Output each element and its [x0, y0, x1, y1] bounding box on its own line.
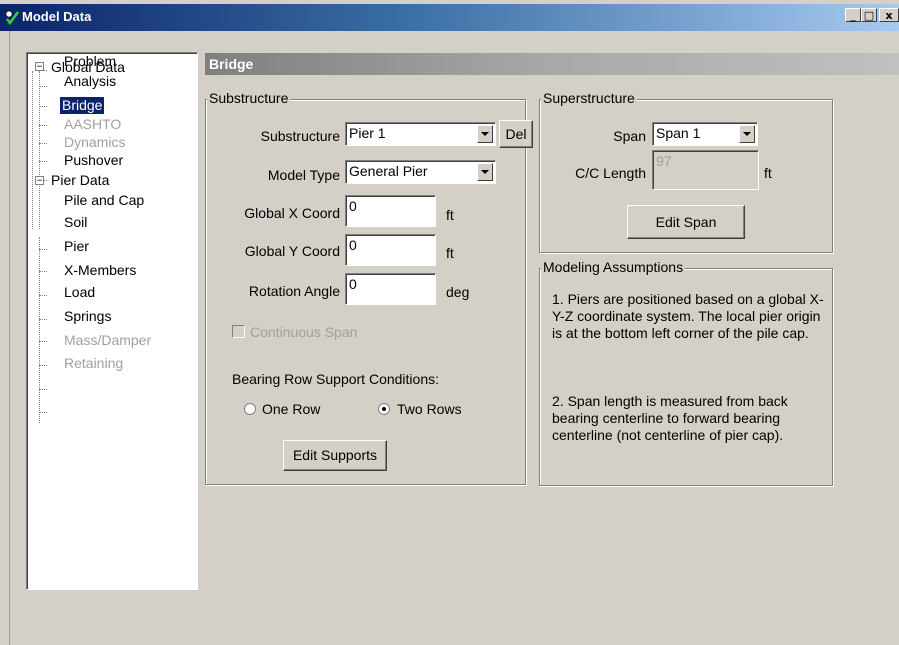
bearing-conditions-label: Bearing Row Support Conditions: [232, 371, 440, 387]
rotation-angle-label: Rotation Angle [248, 283, 340, 299]
continuous-span-checkbox [232, 325, 245, 338]
substructure-select-value: Pier 1 [349, 125, 386, 141]
model-type-label: Model Type [267, 167, 340, 183]
tree-item-bridge[interactable]: Bridge [60, 97, 105, 114]
one-row-label[interactable]: One Row [262, 401, 320, 417]
substructure-label: Substructure [260, 128, 340, 144]
window-title: Model Data [22, 9, 92, 24]
window-left-border [0, 31, 10, 645]
continuous-span-label: Continuous Span [250, 324, 358, 340]
model-type-select-value: General Pier [349, 163, 428, 179]
rotation-angle-field[interactable]: 0 [345, 273, 436, 305]
global-y-unit: ft [446, 245, 454, 261]
span-select-value: Span 1 [656, 125, 701, 141]
global-y-coord-label: Global Y Coord [244, 243, 340, 259]
tree-item-retaining: Retaining [64, 355, 124, 371]
chevron-down-icon[interactable] [477, 125, 493, 143]
chevron-down-icon[interactable] [739, 125, 755, 143]
minimize-button[interactable]: _ [845, 8, 861, 22]
title-bar[interactable] [0, 4, 899, 31]
assumption-note-1: 1. Piers are positioned based on a globa… [552, 291, 824, 341]
edit-supports-button[interactable]: Edit Supports [283, 440, 387, 471]
close-button[interactable]: x [879, 8, 899, 22]
rotation-unit: deg [446, 284, 470, 300]
app-icon[interactable] [4, 9, 20, 26]
tree-connector [39, 365, 47, 366]
edit-span-button[interactable]: Edit Span [627, 205, 745, 239]
global-y-coord-field[interactable]: 0 [345, 234, 436, 266]
tree-connector [39, 295, 47, 296]
modeling-assumptions-legend: Modeling Assumptions [541, 259, 686, 275]
cc-length-label: C/C Length [575, 165, 646, 181]
substructure-legend: Substructure [207, 90, 291, 106]
chevron-down-icon[interactable] [477, 163, 493, 181]
tree-connector [39, 143, 47, 144]
tree-connector [39, 237, 40, 423]
tree-connector [39, 125, 47, 126]
tree-connector [39, 161, 47, 162]
global-x-coord-field[interactable]: 0 [345, 195, 436, 227]
minus-box-icon[interactable]: − [35, 176, 44, 186]
tree-connector [39, 319, 47, 320]
span-label: Span [613, 128, 646, 144]
tree-connector [39, 71, 40, 229]
tree-item-dynamics: Dynamics [64, 134, 126, 150]
tree-connector [39, 389, 47, 390]
del-button[interactable]: Del [499, 120, 533, 148]
minus-box-icon[interactable]: − [35, 62, 44, 72]
tree-item-aashto: AASHTO [64, 116, 122, 132]
tree-connector [39, 271, 47, 272]
cc-length-unit: ft [764, 165, 772, 181]
model-type-select[interactable]: General Pier [345, 160, 496, 184]
tree-item-springs[interactable]: Springs [62, 308, 113, 325]
substructure-select[interactable]: Pier 1 [345, 122, 496, 146]
tree-connector [39, 106, 47, 107]
tree-item-x-members[interactable]: X-Members [62, 262, 138, 279]
tree-connector [32, 71, 33, 229]
superstructure-legend: Superstructure [541, 90, 637, 106]
tree-item-load[interactable]: Load [62, 284, 97, 301]
tree-item-problem[interactable]: Problem [62, 53, 118, 70]
tree-node-pier-data[interactable]: Pier Data [49, 172, 111, 189]
tree-connector [39, 86, 47, 87]
maximize-button[interactable]: □ [861, 8, 877, 22]
assumption-note-2: 2. Span length is measured from back bea… [552, 393, 788, 443]
tree-item-soil[interactable]: Soil [62, 214, 89, 231]
two-rows-radio[interactable] [378, 403, 390, 415]
cc-length-field: 97 [652, 150, 759, 190]
span-select[interactable]: Span 1 [652, 122, 758, 146]
tree-item-mass-damper: Mass/Damper [64, 332, 152, 348]
tree-connector [39, 412, 47, 413]
tree-connector [39, 249, 47, 250]
tree-item-pushover[interactable]: Pushover [62, 152, 125, 169]
one-row-radio[interactable] [244, 403, 256, 415]
tree-connector [39, 341, 47, 342]
tree-item-analysis[interactable]: Analysis [62, 73, 118, 90]
global-x-coord-label: Global X Coord [244, 205, 340, 221]
navigation-tree[interactable]: − Global Data Problem Analysis Bridge AA… [26, 52, 198, 590]
section-header: Bridge [205, 53, 899, 75]
global-x-unit: ft [446, 207, 454, 223]
tree-item-pier[interactable]: Pier [62, 238, 91, 255]
two-rows-label[interactable]: Two Rows [397, 401, 462, 417]
tree-item-pile-and-cap[interactable]: Pile and Cap [62, 192, 146, 209]
